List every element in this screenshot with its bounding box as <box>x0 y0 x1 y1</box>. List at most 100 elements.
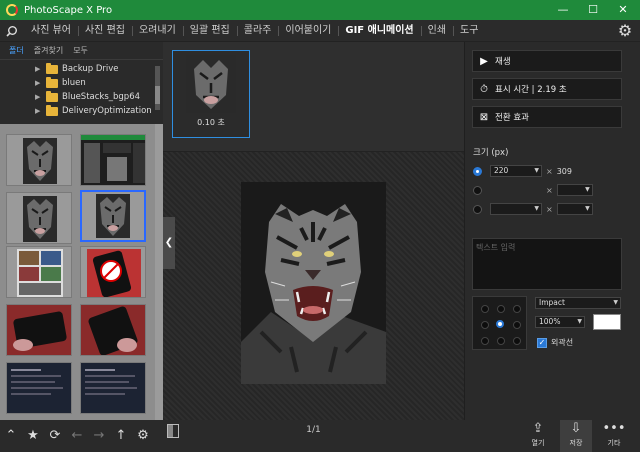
forward-arrow-icon[interactable]: → <box>88 425 110 447</box>
tiger-frame-image <box>186 55 236 113</box>
align-middle-right[interactable] <box>513 321 521 329</box>
height-select-disabled[interactable] <box>556 203 593 215</box>
align-top-left[interactable] <box>481 305 489 313</box>
align-middle-center[interactable] <box>496 320 504 328</box>
file-browser-panel: 폴더 즐겨찾기 모두 ▶ Backup Drive ▶ bluen ▶ Blue… <box>0 42 163 420</box>
thumbnail-doc-2[interactable] <box>80 362 146 414</box>
main-menu-bar: 사진 뷰어 사진 편집 오려내기 일괄 편집 콜라주 이어붙이기 GIF 애니메… <box>0 20 640 42</box>
tiger-thumbnail-image <box>7 135 71 185</box>
app-logo-icon <box>6 4 18 16</box>
folder-item[interactable]: ▶ bluen <box>0 76 163 90</box>
align-bottom-right[interactable] <box>513 337 521 345</box>
preview-image <box>241 182 386 384</box>
folder-icon <box>46 76 58 88</box>
font-size-select[interactable]: 100% <box>535 316 585 328</box>
expand-arrow-icon[interactable]: ▶ <box>35 65 43 73</box>
align-bottom-center[interactable] <box>497 337 505 345</box>
text-color-swatch[interactable] <box>593 314 621 330</box>
tab-collage[interactable]: 콜라주 <box>236 20 279 42</box>
close-button[interactable]: ✕ <box>608 0 638 20</box>
file-actions-toolbar: ⇪ 열기 ⇩ 저장 ••• 기타 <box>464 420 640 452</box>
save-label: 저장 <box>569 439 583 447</box>
expand-arrow-icon[interactable]: ▶ <box>35 79 43 87</box>
tab-all[interactable]: 모두 <box>68 45 93 56</box>
font-select[interactable]: Impact <box>535 297 621 309</box>
align-top-right[interactable] <box>513 305 521 313</box>
thumbnail-doc-1[interactable] <box>6 362 72 414</box>
save-button[interactable]: ⇩ 저장 <box>560 420 592 452</box>
browser-settings-gear-icon[interactable]: ⚙ <box>132 425 154 447</box>
outline-option[interactable]: ✓ 외곽선 <box>537 337 573 348</box>
settings-gear-icon[interactable]: ⚙ <box>616 22 634 40</box>
width-select-disabled[interactable] <box>490 203 542 215</box>
outline-label: 외곽선 <box>551 338 574 347</box>
maximize-button[interactable]: ☐ <box>578 0 608 20</box>
size-radio-3[interactable] <box>473 204 482 214</box>
folder-icon <box>46 90 58 102</box>
collapse-panel-chevron-left-icon[interactable]: ❮ <box>163 217 175 269</box>
tab-photo-viewer[interactable]: 사진 뷰어 <box>24 20 78 42</box>
page-indicator: 1/1 <box>306 425 321 435</box>
thumbnail-tiger-1[interactable] <box>6 134 72 186</box>
thumbnail-phone-3[interactable] <box>80 304 146 356</box>
search-icon <box>6 25 17 37</box>
times-sign: × <box>546 185 553 195</box>
thumbnail-collage[interactable] <box>6 246 72 298</box>
collage-thumbnail-image <box>7 247 71 297</box>
expand-arrow-icon[interactable]: ▶ <box>35 107 43 115</box>
folder-tree: ▶ Backup Drive ▶ bluen ▶ BlueStacks_bgp6… <box>0 60 163 122</box>
size-radio-custom[interactable] <box>473 166 482 176</box>
expand-arrow-icon[interactable]: ▶ <box>35 93 43 101</box>
frame-delay-label: 0.10 초 <box>197 118 225 127</box>
display-time-button[interactable]: ⏱ 표시 시간 | 2.19 초 <box>472 78 622 100</box>
align-middle-left[interactable] <box>481 321 489 329</box>
animation-frame[interactable]: 0.10 초 <box>172 50 250 138</box>
transition-effect-button[interactable]: ⊠ 전환 효과 <box>472 106 622 128</box>
width-select[interactable]: 220 <box>490 165 542 177</box>
tab-favorites[interactable]: 즐겨찾기 <box>29 45 68 56</box>
folder-icon <box>46 104 58 116</box>
more-dots-icon: ••• <box>602 421 626 436</box>
more-button[interactable]: ••• 기타 <box>598 420 630 452</box>
collapse-up-icon[interactable]: ⌃ <box>0 425 22 447</box>
parent-folder-arrow-icon[interactable]: ↑ <box>110 425 132 447</box>
thumbnail-phone-1[interactable] <box>80 246 146 298</box>
tab-gif-animation[interactable]: GIF 애니메이션 <box>338 20 420 42</box>
browser-tabs: 폴더 즐겨찾기 모두 <box>0 42 163 60</box>
outline-checkbox[interactable]: ✓ <box>537 337 547 348</box>
minimize-button[interactable]: — <box>548 0 578 20</box>
thumbnail-scrollbar[interactable] <box>155 124 163 420</box>
size-row-2: × <box>473 183 593 197</box>
back-arrow-icon[interactable]: ← <box>66 425 88 447</box>
tab-tools[interactable]: 도구 <box>453 20 485 42</box>
height-select-disabled[interactable] <box>556 184 593 196</box>
tab-print[interactable]: 인쇄 <box>420 20 453 42</box>
text-input[interactable]: 텍스트 입력 <box>472 238 622 290</box>
size-radio-2[interactable] <box>473 185 482 195</box>
size-section-title: 크기 (px) <box>473 148 509 158</box>
favorite-star-icon[interactable]: ★ <box>22 425 44 447</box>
title-bar: PhotoScape X Pro — ☐ ✕ <box>0 0 640 20</box>
thumbnail-phone-2[interactable] <box>6 304 72 356</box>
thumbnail-tiger-2[interactable] <box>6 192 72 244</box>
thumbnail-screenshot-1[interactable] <box>80 134 146 186</box>
tree-scrollbar-thumb[interactable] <box>155 86 160 104</box>
text-alignment-grid <box>472 296 527 350</box>
tab-combine[interactable]: 이어붙이기 <box>278 20 338 42</box>
open-button[interactable]: ⇪ 열기 <box>522 420 554 452</box>
tab-cut-out[interactable]: 오려내기 <box>131 20 183 42</box>
folder-item[interactable]: ▶ Backup Drive <box>0 62 163 76</box>
play-button[interactable]: ▶ 재생 <box>472 50 622 72</box>
tiger-thumbnail-image <box>82 192 144 240</box>
size-row-custom: 220 × 309 <box>473 164 572 178</box>
search-button[interactable] <box>0 20 24 42</box>
align-bottom-left[interactable] <box>481 337 489 345</box>
tab-folders[interactable]: 폴더 <box>4 45 29 56</box>
tab-photo-editor[interactable]: 사진 편집 <box>77 20 132 42</box>
align-top-center[interactable] <box>497 305 505 313</box>
refresh-icon[interactable]: ⟳ <box>44 425 66 447</box>
tab-batch-edit[interactable]: 일괄 편집 <box>182 20 237 42</box>
folder-item[interactable]: ▶ BlueStacks_bgp64 <box>0 90 163 104</box>
thumbnail-tiger-selected[interactable] <box>80 190 146 242</box>
folder-item[interactable]: ▶ DeliveryOptimization <box>0 104 163 118</box>
